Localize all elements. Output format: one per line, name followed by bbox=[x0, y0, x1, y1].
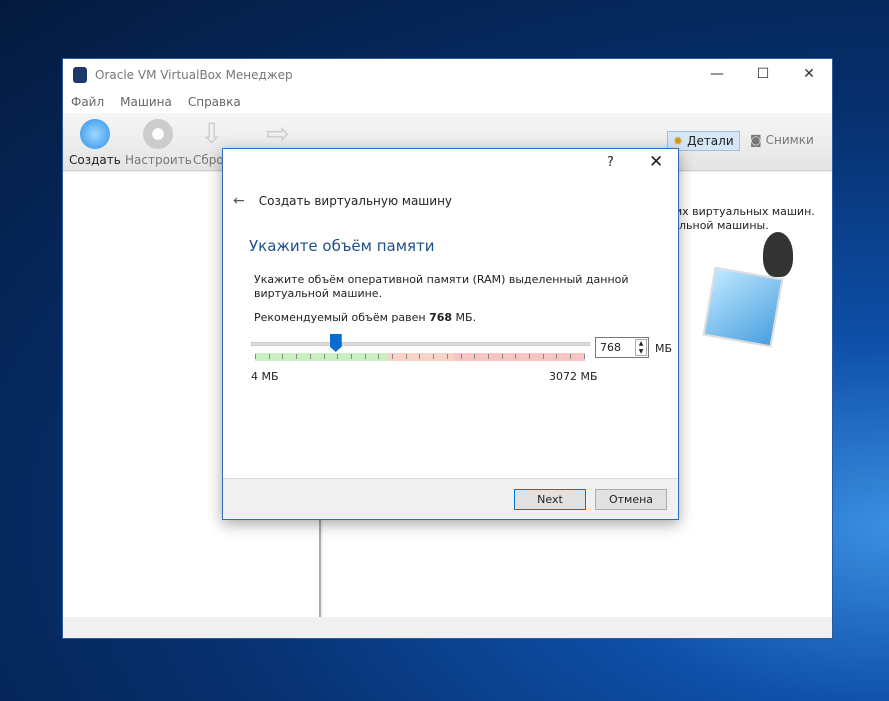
max-label: 3072 МБ bbox=[549, 370, 598, 383]
menu-file[interactable]: Файл bbox=[71, 95, 104, 109]
scale-tick bbox=[282, 354, 284, 359]
scale-tick bbox=[556, 354, 558, 359]
create-button[interactable]: Создать bbox=[69, 119, 121, 167]
dialog-footer: Next Отмена bbox=[223, 478, 678, 519]
status-bar bbox=[63, 617, 832, 638]
memory-value: 768 bbox=[600, 341, 621, 354]
scale-tick bbox=[296, 354, 298, 359]
cancel-button[interactable]: Отмена bbox=[595, 489, 667, 510]
penguin-image bbox=[763, 232, 793, 277]
help-button[interactable]: ? bbox=[607, 155, 614, 170]
gear-icon bbox=[143, 119, 174, 149]
title-bar: Oracle VM VirtualBox Менеджер — ☐ ✕ bbox=[63, 59, 832, 91]
rec-value: 768 bbox=[429, 311, 453, 324]
create-starburst-icon bbox=[79, 119, 110, 149]
rec-suffix: МБ. bbox=[455, 311, 477, 324]
snapshots-label: Снимки bbox=[765, 133, 814, 147]
menu-help[interactable]: Справка bbox=[188, 95, 241, 109]
minimize-button[interactable]: — bbox=[694, 59, 740, 89]
scale-tick bbox=[570, 354, 572, 359]
recommended-text: Рекомендуемый объём равен 768 МБ. bbox=[254, 311, 476, 324]
back-arrow-icon[interactable]: ← bbox=[233, 193, 245, 209]
scale-tick bbox=[487, 354, 489, 359]
arrow-right-icon: ⇨ bbox=[266, 117, 290, 150]
create-label: Создать bbox=[69, 153, 121, 167]
welcome-text: их виртуальных машин. льной машины. bbox=[675, 205, 815, 233]
camera-icon: ◙ bbox=[750, 133, 762, 147]
window-title: Oracle VM VirtualBox Менеджер bbox=[95, 68, 293, 82]
scale-tick bbox=[309, 354, 311, 359]
create-vm-dialog: ? ✕ ← Создать виртуальную машину Укажите… bbox=[222, 148, 679, 520]
spin-arrows-icon[interactable]: ▲ ▼ bbox=[635, 339, 647, 356]
scale-tick bbox=[364, 354, 366, 359]
scale-tick bbox=[529, 354, 531, 359]
settings-button[interactable]: Настроить bbox=[125, 119, 192, 167]
memory-spinbox[interactable]: 768 ▲ ▼ bbox=[595, 337, 649, 358]
page-title: Укажите объём памяти bbox=[249, 237, 435, 255]
min-label: 4 МБ bbox=[251, 370, 279, 383]
details-label: Детали bbox=[687, 134, 734, 148]
scale-tick bbox=[501, 354, 503, 359]
arrow-down-icon: ⇩ bbox=[199, 117, 224, 150]
scale-tick bbox=[583, 354, 585, 359]
scale-tick bbox=[542, 354, 544, 359]
settings-label: Настроить bbox=[125, 153, 192, 167]
rec-prefix: Рекомендуемый объём равен bbox=[254, 311, 426, 324]
scale-tick bbox=[350, 354, 352, 359]
scale-tick bbox=[392, 354, 394, 359]
scale-tick bbox=[255, 354, 256, 359]
scale-ticks bbox=[255, 354, 585, 360]
memory-slider-track[interactable] bbox=[251, 342, 590, 346]
scale-tick bbox=[460, 354, 462, 359]
details-gear-icon: ✹ bbox=[673, 134, 684, 148]
scale-tick bbox=[446, 354, 448, 359]
scale-tick bbox=[337, 354, 339, 359]
scale-tick bbox=[405, 354, 407, 359]
dialog-close-button[interactable]: ✕ bbox=[649, 152, 663, 172]
description: Укажите объём оперативной памяти (RAM) в… bbox=[254, 273, 629, 300]
dialog-header: Создать виртуальную машину bbox=[258, 194, 453, 208]
scale-tick bbox=[378, 354, 380, 359]
scale-tick bbox=[323, 354, 325, 359]
snapshots-button[interactable]: ◙ Снимки bbox=[745, 131, 819, 149]
menu-bar: Файл Машина Справка bbox=[63, 91, 832, 113]
welcome-line2: льной машины. bbox=[679, 219, 769, 232]
scale-tick bbox=[515, 354, 517, 359]
scale-tick bbox=[268, 354, 270, 359]
scale-tick bbox=[474, 354, 476, 359]
maximize-button[interactable]: ☐ bbox=[740, 59, 786, 89]
menu-machine[interactable]: Машина bbox=[120, 95, 172, 109]
virtualbox-cube-image bbox=[702, 266, 784, 348]
scale-tick bbox=[433, 354, 435, 359]
next-button[interactable]: Next bbox=[514, 489, 586, 510]
close-button[interactable]: ✕ bbox=[786, 59, 832, 89]
memory-slider-handle[interactable] bbox=[329, 334, 342, 352]
memory-unit: МБ bbox=[655, 342, 673, 355]
scale-tick bbox=[419, 354, 421, 359]
welcome-line1: их виртуальных машин. bbox=[675, 205, 815, 218]
virtualbox-logo-icon bbox=[73, 67, 87, 83]
